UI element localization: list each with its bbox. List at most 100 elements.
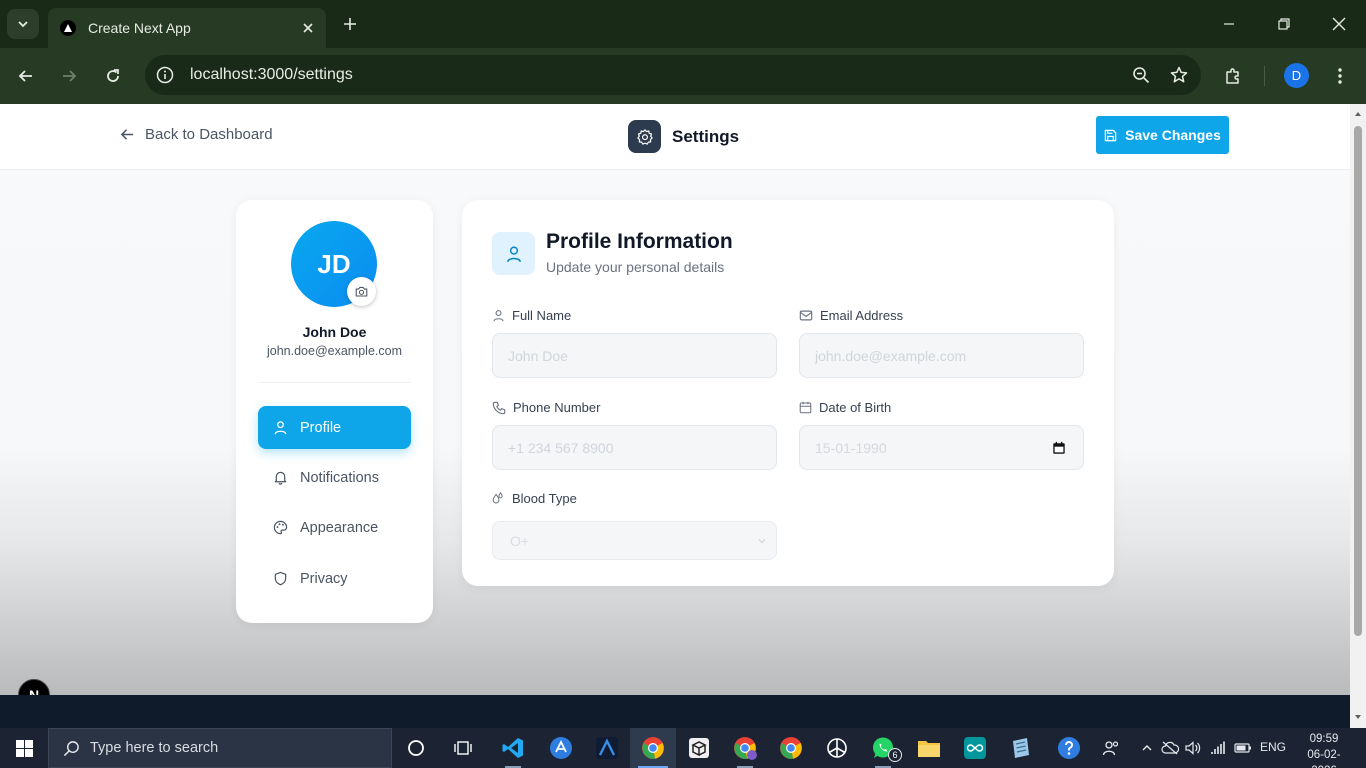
task-view-button[interactable] [440, 728, 486, 768]
app-store-taskbar-app[interactable] [538, 728, 584, 768]
dob-input[interactable]: 15-01-1990 [799, 425, 1084, 470]
taskbar-search[interactable]: Type here to search [48, 728, 392, 768]
change-photo-button[interactable] [347, 277, 376, 306]
chrome-profile-m-taskbar-app[interactable] [722, 728, 768, 768]
sidebar-item-appearance[interactable]: Appearance [258, 506, 411, 549]
help-icon [1058, 737, 1080, 759]
blood-type-label: Blood Type [492, 491, 577, 506]
arrow-left-icon [120, 129, 134, 140]
calendar-picker-icon[interactable] [1049, 438, 1069, 458]
save-changes-label: Save Changes [1125, 127, 1221, 143]
vscode-taskbar-app[interactable] [490, 728, 536, 768]
vscode-icon [502, 738, 523, 758]
volume-icon[interactable] [1183, 738, 1203, 758]
bookmark-star-icon[interactable] [1163, 59, 1195, 91]
whatsapp-unread-badge: 6 [888, 748, 902, 762]
close-window-button[interactable] [1316, 8, 1362, 40]
people-icon[interactable] [1101, 738, 1121, 758]
cortana-button[interactable] [393, 728, 439, 768]
help-taskbar-app[interactable] [1046, 728, 1092, 768]
scroll-down-arrow-icon[interactable] [1354, 713, 1362, 721]
wifi-icon[interactable] [1209, 738, 1229, 758]
arrow-right-icon [63, 70, 77, 82]
chrome-icon [734, 737, 757, 760]
chatgpt-taskbar-app[interactable] [814, 728, 860, 768]
save-changes-button[interactable]: Save Changes [1096, 116, 1229, 154]
taskbar-search-placeholder: Type here to search [90, 740, 219, 756]
cortana-circle-icon [408, 740, 424, 756]
chrome-taskbar-app-active[interactable] [630, 728, 676, 768]
notes-app-icon [1013, 738, 1029, 758]
sidebar-item-notifications[interactable]: Notifications [258, 456, 411, 499]
forward-button[interactable] [53, 60, 85, 92]
back-link-label: Back to Dashboard [145, 126, 273, 143]
back-button[interactable] [10, 60, 42, 92]
nextjs-dev-indicator[interactable]: N [18, 679, 50, 695]
url-text: localhost:3000/settings [190, 66, 353, 83]
shield-icon [274, 571, 287, 586]
sidebar-item-label: Appearance [300, 519, 379, 536]
tray-chevron-up-icon[interactable] [1137, 738, 1157, 758]
input-language-indicator[interactable]: ENG [1260, 740, 1286, 754]
arduino-icon [964, 737, 986, 759]
chevron-down-icon [18, 21, 28, 28]
file-explorer-taskbar-app[interactable] [906, 728, 952, 768]
tab-close-icon[interactable] [298, 18, 318, 38]
battery-icon[interactable] [1233, 738, 1253, 758]
back-to-dashboard-link[interactable]: Back to Dashboard [120, 126, 273, 143]
clock-time: 09:59 [1309, 733, 1339, 745]
arduino-taskbar-app[interactable] [952, 728, 998, 768]
tab-search-button[interactable] [7, 9, 39, 39]
sidebar-item-label: Profile [300, 419, 342, 436]
minimize-button[interactable] [1206, 8, 1252, 40]
browser-tab-bar: Create Next App [0, 0, 1366, 48]
chrome-taskbar-app[interactable] [768, 728, 814, 768]
scroll-thumb[interactable] [1354, 126, 1362, 636]
sidebar-item-privacy[interactable]: Privacy [258, 557, 411, 600]
phone-input[interactable] [492, 425, 777, 470]
whatsapp-taskbar-app[interactable]: 6 [860, 728, 906, 768]
box-taskbar-app[interactable] [676, 728, 722, 768]
site-info-icon[interactable] [155, 65, 175, 85]
browser-tab[interactable]: Create Next App [48, 8, 326, 48]
cloud-offline-icon[interactable] [1160, 738, 1180, 758]
full-name-label: Full Name [492, 308, 571, 323]
extensions-button[interactable] [1217, 60, 1249, 92]
mail-icon [799, 310, 813, 321]
email-label: Email Address [799, 308, 903, 323]
phone-icon [492, 401, 506, 414]
task-view-icon [454, 741, 472, 755]
blood-type-value: O+ [510, 532, 530, 549]
settings-header: Back to Dashboard Settings Save Changes [0, 104, 1350, 170]
address-bar[interactable]: localhost:3000/settings [145, 55, 1201, 95]
gear-icon [628, 120, 661, 153]
system-clock[interactable]: 09:59 06-02-2026 [1296, 731, 1352, 768]
droplet-icon [492, 492, 503, 504]
chrome-icon [642, 737, 664, 759]
restore-button[interactable] [1261, 8, 1307, 40]
reload-button[interactable] [97, 60, 129, 92]
notes-taskbar-app[interactable] [998, 728, 1044, 768]
arc-taskbar-app[interactable] [584, 728, 630, 768]
user-name: John Doe [302, 324, 367, 340]
chevron-down-icon [757, 536, 767, 546]
scroll-up-arrow-icon[interactable] [1354, 110, 1362, 118]
zoom-icon[interactable] [1125, 59, 1157, 91]
sidebar-item-profile[interactable]: Profile [258, 406, 411, 449]
menu-button[interactable] [1324, 60, 1356, 92]
blood-type-select[interactable]: O+ [492, 521, 777, 560]
sidebar-item-label: Notifications [300, 469, 379, 486]
profile-information-card: Profile Information Update your personal… [462, 200, 1114, 586]
profile-avatar[interactable]: D [1284, 63, 1309, 88]
profile-sidebar-card: JD John Doe john.doe@example.com Profile… [236, 200, 433, 623]
arrow-left-icon [18, 70, 32, 82]
new-tab-button[interactable] [336, 12, 364, 36]
toolbar-divider [1264, 66, 1265, 86]
windows-logo-icon [15, 739, 33, 757]
user-email: john.doe@example.com [267, 344, 402, 358]
email-input[interactable] [799, 333, 1084, 378]
start-button[interactable] [0, 728, 48, 768]
dob-label: Date of Birth [799, 400, 891, 415]
page-scrollbar[interactable] [1350, 104, 1366, 728]
full-name-input[interactable] [492, 333, 777, 378]
